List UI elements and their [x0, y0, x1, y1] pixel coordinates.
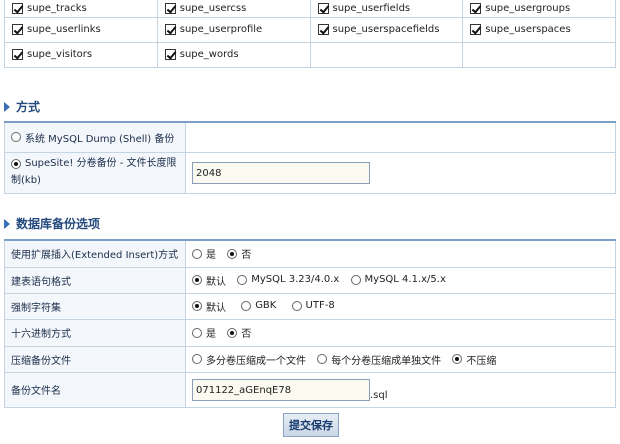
table-item[interactable]: supe_userspacefields — [309, 16, 464, 43]
checkbox-icon[interactable] — [12, 2, 23, 14]
checkbox-icon[interactable] — [164, 48, 176, 60]
radio-icon[interactable] — [192, 248, 202, 259]
submit-button[interactable]: 提交保存 — [283, 413, 339, 437]
method-table: 系统 MySQL Dump (Shell) 备份 SupeSite! 分卷备份 … — [4, 121, 616, 194]
create-syntax-mysql41[interactable]: MySQL 4.1.x/5.x — [350, 274, 446, 286]
table-item[interactable]: supe_userspaces — [462, 16, 616, 43]
empty-cell — [462, 41, 616, 68]
checkbox-icon[interactable] — [317, 2, 329, 14]
radio-icon[interactable] — [241, 300, 252, 311]
radio-icon[interactable] — [192, 327, 202, 338]
extended-insert-yes[interactable]: 是 — [192, 246, 216, 261]
create-syntax-mysql323[interactable]: MySQL 3.23/4.0.x — [237, 274, 339, 286]
option-shell-cell[interactable]: 系统 MySQL Dump (Shell) 备份 — [4, 121, 186, 153]
checkbox-icon[interactable] — [470, 23, 482, 35]
filename-label: 备份文件名 — [4, 371, 186, 408]
checkbox-icon[interactable] — [164, 23, 176, 35]
table-selection-grid: supe_tracks supe_usercss supe_userfields… — [4, 0, 616, 68]
extended-insert-options: 是 否 — [185, 239, 616, 268]
volume-limit-input[interactable]: 2048 — [192, 161, 370, 184]
checkbox-icon[interactable] — [470, 2, 482, 14]
checkbox-icon[interactable] — [164, 2, 176, 14]
checkbox-icon[interactable] — [317, 23, 329, 35]
hex-options: 是 否 — [185, 318, 616, 347]
volume-limit-cell: 2048 — [185, 151, 616, 194]
compress-multi-one[interactable]: 多分卷压缩成一个文件 — [192, 352, 306, 367]
table-item[interactable]: supe_words — [156, 41, 311, 68]
radio-icon[interactable] — [291, 300, 302, 311]
radio-icon[interactable] — [317, 354, 328, 364]
compress-none[interactable]: 不压缩 — [452, 352, 496, 367]
charset-gbk[interactable]: GBK — [241, 300, 276, 312]
charset-utf8[interactable]: UTF-8 — [291, 300, 335, 312]
create-syntax-options: 默认 MySQL 3.23/4.0.x MySQL 4.1.x/5.x — [185, 266, 616, 294]
table-item[interactable]: supe_tracks — [4, 0, 158, 18]
radio-icon[interactable] — [237, 274, 248, 285]
radio-icon[interactable] — [11, 158, 21, 169]
radio-icon[interactable] — [350, 274, 361, 285]
option-supesite-cell[interactable]: SupeSite! 分卷备份 - 文件长度限制(kb) — [4, 151, 186, 194]
radio-icon[interactable] — [11, 132, 21, 143]
radio-icon[interactable] — [192, 354, 202, 364]
charset-label: 强制字符集 — [4, 292, 186, 320]
filename-input[interactable]: 071122_aGEnqE78 — [192, 378, 370, 401]
radio-icon[interactable] — [192, 301, 202, 311]
charset-options: 默认 GBK UTF-8 — [185, 292, 616, 320]
charset-default[interactable]: 默认 — [192, 299, 226, 314]
options-section-title: 数据库备份选项 — [4, 215, 100, 235]
empty-cell — [185, 121, 616, 153]
create-syntax-label: 建表语句格式 — [4, 266, 186, 294]
table-item[interactable]: supe_usergroups — [462, 0, 616, 18]
triangle-right-icon — [4, 218, 10, 229]
table-item[interactable]: supe_userlinks — [4, 16, 158, 43]
radio-icon[interactable] — [192, 275, 202, 285]
compress-each[interactable]: 每个分卷压缩成单独文件 — [317, 352, 441, 367]
checkbox-icon[interactable] — [12, 23, 23, 35]
radio-icon[interactable] — [227, 248, 238, 259]
hex-label: 十六进制方式 — [4, 318, 186, 347]
empty-cell — [309, 41, 464, 68]
radio-icon[interactable] — [452, 354, 463, 364]
radio-icon[interactable] — [227, 327, 238, 338]
table-item[interactable]: supe_visitors — [4, 41, 158, 68]
hex-no[interactable]: 否 — [227, 325, 251, 340]
filename-suffix: .sql — [370, 389, 388, 401]
table-item[interactable]: supe_usercss — [156, 0, 311, 18]
filename-cell: 071122_aGEnqE78 .sql — [185, 371, 616, 408]
table-item[interactable]: supe_userfields — [309, 0, 464, 18]
method-section-title: 方式 — [4, 98, 40, 118]
extended-insert-label: 使用扩展插入(Extended Insert)方式 — [4, 239, 186, 268]
create-syntax-default[interactable]: 默认 — [192, 273, 226, 288]
extended-insert-no[interactable]: 否 — [227, 246, 251, 261]
triangle-right-icon — [4, 101, 10, 112]
table-item[interactable]: supe_userprofile — [156, 16, 311, 43]
hex-yes[interactable]: 是 — [192, 325, 216, 340]
checkbox-icon[interactable] — [12, 48, 23, 60]
compress-label: 压缩备份文件 — [4, 345, 186, 373]
options-table: 使用扩展插入(Extended Insert)方式 是 否 建表语句格式 默认 … — [4, 239, 616, 408]
compress-options: 多分卷压缩成一个文件 每个分卷压缩成单独文件 不压缩 — [185, 345, 616, 373]
